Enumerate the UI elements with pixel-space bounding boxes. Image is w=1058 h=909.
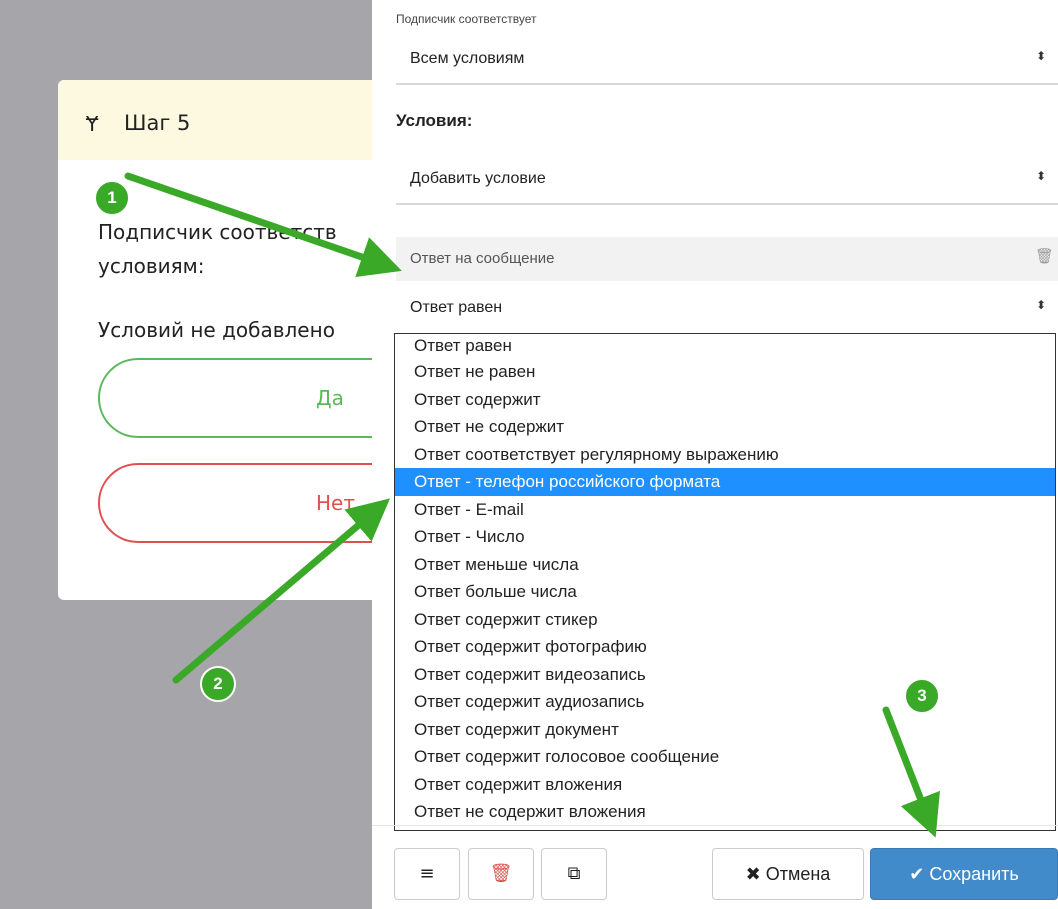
dropdown-option[interactable]: Ответ - E-mail — [395, 496, 1055, 524]
menu-icon: ≡ — [419, 863, 435, 884]
dropdown-option[interactable]: Ответ соответствует регулярному выражени… — [395, 441, 1055, 469]
save-button[interactable]: ✔ Сохранить — [870, 848, 1058, 900]
annotation-badge-3: 3 — [904, 678, 940, 714]
dropdown-option[interactable]: Ответ не содержит — [395, 413, 1055, 441]
condition-block-label: Ответ на сообщение — [410, 250, 555, 267]
dropdown-option[interactable]: Ответ не равен — [395, 358, 1055, 386]
subscriber-text-line2: условиям: — [98, 254, 205, 278]
dropdown-option[interactable]: Ответ содержит аудиозапись — [395, 688, 1055, 716]
add-condition-select[interactable]: Добавить условие ⬍ — [396, 155, 1058, 205]
dropdown-option[interactable]: Ответ содержит документ — [395, 716, 1055, 744]
flow-canvas: Ɏ Шаг 5 Подписчик соответств условиям: У… — [0, 0, 398, 909]
trash-icon: 🗑 — [489, 863, 513, 884]
dropdown-option[interactable]: Ответ не содержит вложения — [395, 798, 1055, 826]
dropdown-option[interactable]: Ответ содержит — [395, 386, 1055, 414]
select-arrows-icon: ⬍ — [1035, 169, 1046, 183]
subscriber-text-line1: Подписчик соответств — [98, 220, 337, 244]
footer-divider — [372, 825, 1058, 826]
answer-operator-select[interactable]: Ответ равен ⬍ — [396, 284, 1058, 334]
dropdown-option[interactable]: Ответ содержит фотографию — [395, 633, 1055, 661]
select-arrows-icon: ⬍ — [1035, 49, 1046, 63]
match-select-value: Всем условиям — [410, 50, 525, 67]
dropdown-option[interactable]: Ответ равен — [395, 334, 1055, 358]
match-select[interactable]: Всем условиям ⬍ — [396, 35, 1058, 85]
no-conditions-text: Условий не добавлено — [98, 318, 335, 342]
answer-operator-value: Ответ равен — [410, 299, 503, 316]
cancel-button[interactable]: ✖ Отмена — [712, 848, 864, 900]
dropdown-option[interactable]: Ответ - Число — [395, 523, 1055, 551]
fork-icon: Ɏ — [86, 112, 99, 136]
settings-panel: Подписчик соответствует Всем условиям ⬍ … — [372, 0, 1058, 909]
condition-block: Ответ на сообщение 🗑 — [396, 237, 1058, 281]
trash-icon[interactable]: 🗑 — [1035, 247, 1054, 265]
conditions-heading: Условия: — [396, 111, 473, 130]
annotation-badge-1: 1 — [94, 180, 130, 216]
dropdown-option[interactable]: Ответ меньше числа — [395, 551, 1055, 579]
copy-button[interactable]: ⧉ — [541, 848, 607, 900]
dropdown-option[interactable]: Ответ - телефон российского формата — [395, 468, 1055, 496]
menu-button[interactable]: ≡ — [394, 848, 460, 900]
dropdown-option[interactable]: Ответ содержит голосовое сообщение — [395, 743, 1055, 771]
yes-button[interactable]: Да — [98, 358, 398, 438]
annotation-badge-2: 2 — [200, 666, 236, 702]
no-button[interactable]: Нет — [98, 463, 398, 543]
yes-label: Да — [316, 386, 344, 410]
answer-operator-dropdown[interactable]: Ответ равен Ответ не равен Ответ содержит О… — [394, 333, 1056, 831]
select-arrows-icon: ⬍ — [1035, 298, 1046, 312]
step-header: Ɏ Шаг 5 — [58, 80, 398, 160]
add-condition-value: Добавить условие — [410, 170, 546, 187]
dropdown-option[interactable]: Ответ содержит видеозапись — [395, 661, 1055, 689]
dropdown-option[interactable]: Ответ содержит стикер — [395, 606, 1055, 634]
step-card[interactable]: Ɏ Шаг 5 Подписчик соответств условиям: У… — [58, 80, 398, 600]
dropdown-option[interactable]: Ответ больше числа — [395, 578, 1055, 606]
no-label: Нет — [316, 491, 355, 515]
delete-button[interactable]: 🗑 — [468, 848, 534, 900]
match-label: Подписчик соответствует — [396, 12, 537, 26]
step-title: Шаг 5 — [124, 111, 191, 135]
copy-icon: ⧉ — [567, 863, 581, 884]
dropdown-option[interactable]: Ответ содержит вложения — [395, 771, 1055, 799]
